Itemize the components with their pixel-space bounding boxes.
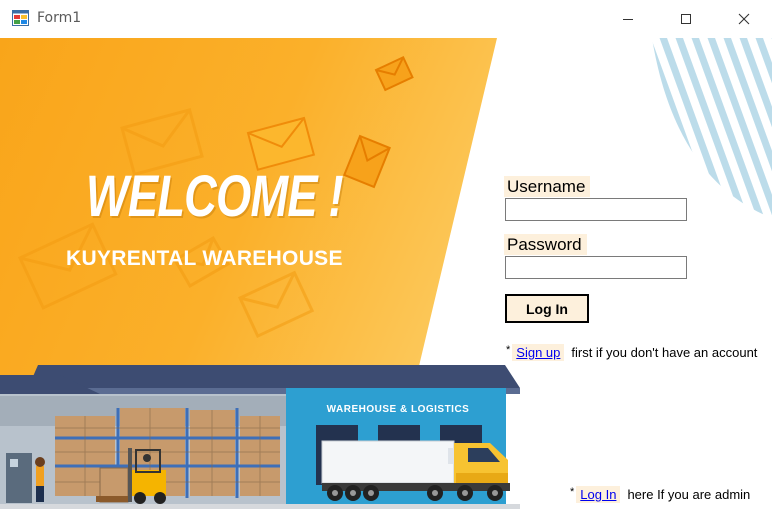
welcome-banner: WAREHOUSE & LOGISTICS WELCOME ! KUYRENTA… (0, 38, 520, 509)
username-input[interactable] (505, 198, 687, 221)
warehouse-sign: WAREHOUSE & LOGISTICS (327, 404, 470, 415)
admin-hint: * Log In here If you are admin (570, 486, 750, 503)
password-label: Password (504, 234, 587, 255)
minimize-icon (623, 19, 633, 20)
company-name: KUYRENTAL WAREHOUSE (66, 247, 343, 270)
title-bar: Form1 (0, 0, 772, 38)
welcome-heading: WELCOME ! (86, 164, 344, 229)
app-icon (12, 10, 29, 26)
close-icon (738, 13, 750, 25)
signup-hint: * Sign up first if you don't have an acc… (506, 344, 757, 361)
admin-login-link[interactable]: Log In (576, 486, 621, 503)
signup-hint-text: first if you don't have an account (571, 345, 758, 360)
signup-link[interactable]: Sign up (512, 344, 565, 361)
admin-hint-text: here If you are admin (627, 487, 751, 502)
password-input[interactable] (505, 256, 687, 279)
maximize-icon (681, 14, 691, 24)
login-window: Form1 WAREHOUSE & LOGISTICS WELCOME ! KU… (0, 0, 772, 509)
signup-asterisk: * (506, 344, 511, 356)
window-title: Form1 (37, 10, 82, 26)
banner-illustration: WAREHOUSE & LOGISTICS (0, 38, 520, 509)
minimize-button[interactable] (599, 0, 657, 38)
close-button[interactable] (715, 0, 772, 38)
decorative-stripes (652, 38, 772, 218)
admin-asterisk: * (570, 486, 575, 498)
maximize-button[interactable] (657, 0, 715, 38)
login-button[interactable]: Log In (505, 294, 589, 323)
form-client-area: WAREHOUSE & LOGISTICS WELCOME ! KUYRENTA… (0, 38, 772, 509)
username-label: Username (504, 176, 591, 197)
